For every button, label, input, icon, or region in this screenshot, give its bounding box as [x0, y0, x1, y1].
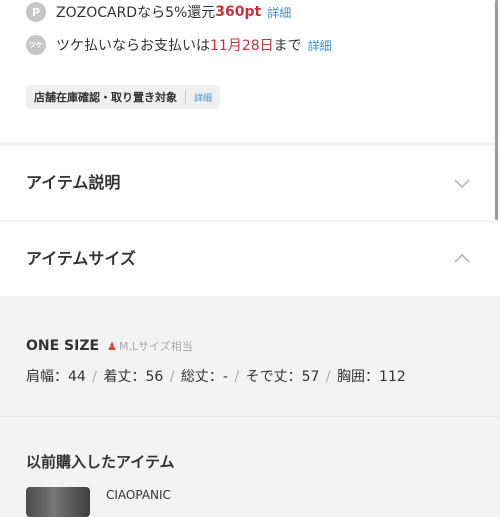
- item-size-accordion[interactable]: アイテムサイズ: [0, 222, 500, 296]
- measurement-separator: /: [92, 369, 97, 385]
- scrollbar[interactable]: [495, 0, 498, 220]
- tsuke-promo: ツケ ツケ払いならお支払いは 11月28日 まで 詳細: [26, 33, 332, 57]
- item-size-label: アイテムサイズ: [26, 249, 136, 268]
- measurement-separator: /: [169, 369, 175, 385]
- zozocard-text: ZOZOCARDなら5%還元: [56, 5, 216, 21]
- product-thumbnail[interactable]: [26, 487, 90, 517]
- tsuke-text-before: ツケ払いならお支払いは: [56, 38, 210, 54]
- zozocard-promo: P ZOZOCARDなら5%還元 360pt 詳細: [26, 0, 291, 24]
- zozocard-detail-link[interactable]: 詳細: [267, 4, 291, 21]
- size-measurements: 肩幅：44 / 着丈：56 / 総丈：- / そで丈：57 / 胸囲：112: [26, 366, 406, 386]
- measurement-length: 着丈：56: [103, 369, 164, 385]
- size-title-row: ONE SIZE ♟ M,Lサイズ相当: [26, 338, 193, 354]
- measurement-separator: /: [234, 369, 240, 385]
- measurement-total-length: 総丈：-: [180, 369, 228, 385]
- person-icon: ♟: [107, 339, 117, 353]
- measurement-sleeve: そで丈：57: [245, 369, 320, 385]
- purchase-info-section: P ZOZOCARDなら5%還元 360pt 詳細 ツケ ツケ払いならお支払いは…: [0, 0, 500, 142]
- item-description-accordion[interactable]: アイテム説明: [0, 146, 500, 220]
- size-note: ♟ M,Lサイズ相当: [107, 338, 193, 354]
- measurement-chest: 胸囲：112: [337, 369, 406, 385]
- tsuke-icon: ツケ: [26, 35, 46, 55]
- store-stock-badge[interactable]: 店舗在庫確認・取り置き対象 詳細: [26, 85, 221, 109]
- tsuke-date: 11月28日: [210, 38, 274, 54]
- previously-purchased-title: 以前購入したアイテム: [26, 453, 175, 471]
- store-stock-detail-link[interactable]: 詳細: [194, 91, 212, 104]
- item-description-label: アイテム説明: [26, 173, 121, 192]
- chevron-down-icon: [454, 179, 470, 189]
- measurement-shoulder: 肩幅：44: [26, 369, 86, 385]
- tsuke-text-after: まで: [273, 38, 302, 54]
- size-note-text: M,Lサイズ相当: [118, 340, 193, 353]
- size-name: ONE SIZE: [26, 338, 100, 354]
- chevron-up-icon: [454, 253, 470, 263]
- store-stock-label: 店舗在庫確認・取り置き対象: [34, 91, 177, 104]
- previously-purchased-section: 以前購入したアイテム CIAOPANIC: [0, 417, 500, 517]
- tsuke-detail-link[interactable]: 詳細: [308, 37, 332, 54]
- points-value: 360pt: [215, 4, 262, 20]
- point-icon: P: [26, 2, 46, 22]
- badge-divider: [185, 90, 186, 104]
- size-detail-panel: ONE SIZE ♟ M,Lサイズ相当 肩幅：44 / 着丈：56 / 総丈：-…: [0, 298, 500, 416]
- measurement-separator: /: [325, 369, 331, 385]
